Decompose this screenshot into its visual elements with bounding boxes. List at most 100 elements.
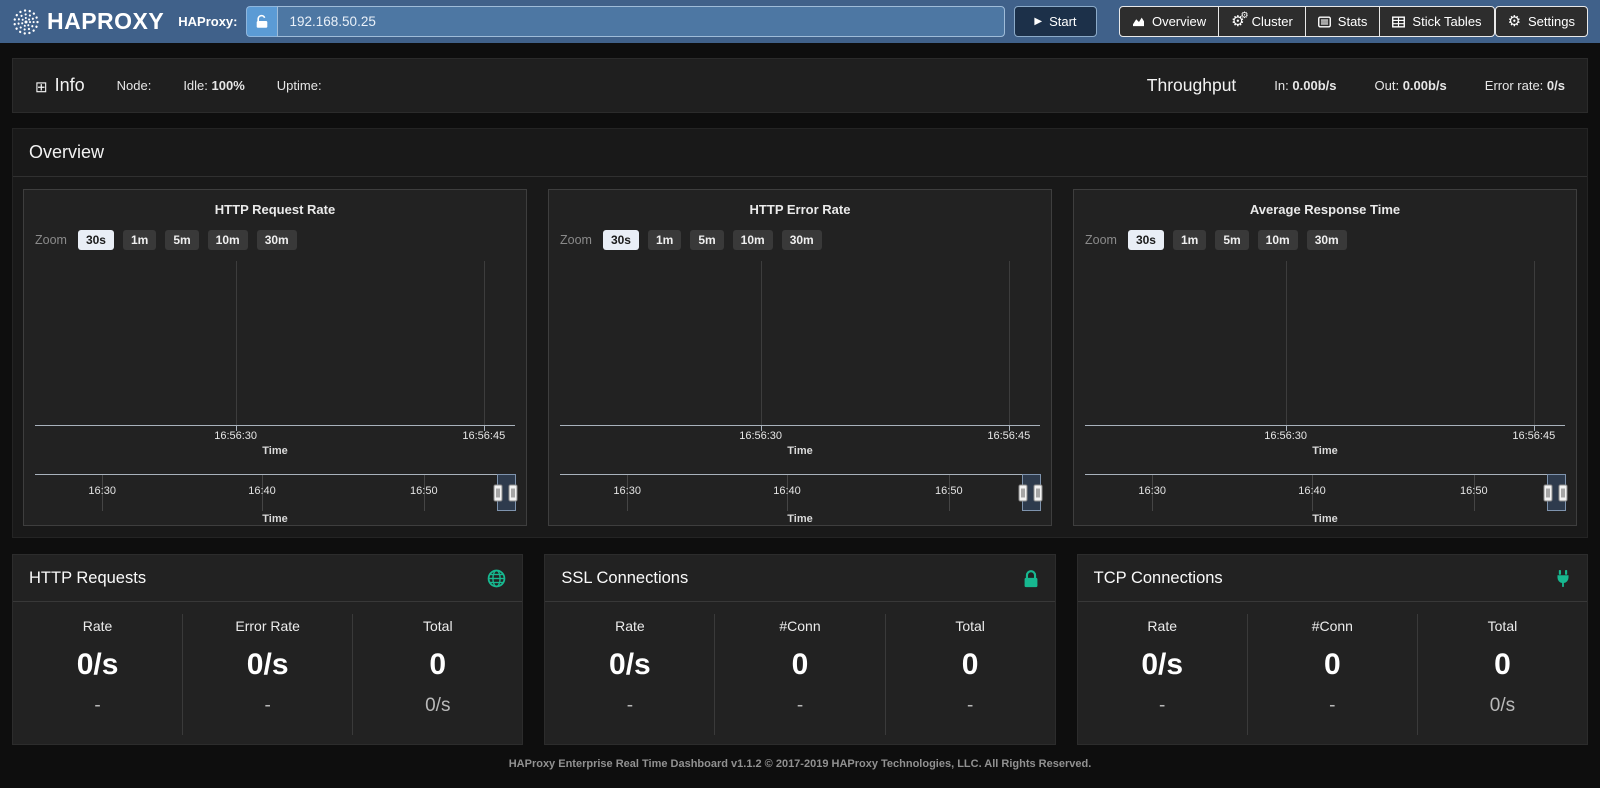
plug-icon <box>1555 570 1571 588</box>
uptime-field: Uptime: <box>277 78 322 93</box>
zoom-1m-button[interactable]: 1m <box>648 230 681 250</box>
navigator-left-handle[interactable] <box>1543 485 1552 502</box>
stat-column-value: 0 <box>715 648 884 682</box>
zoom-30m-button[interactable]: 30m <box>1307 230 1347 250</box>
chart-http-error-rate: HTTP Error Rate Zoom 30s 1m 5m 10m 30m 1… <box>548 189 1052 526</box>
stat-column-sub: - <box>715 695 884 717</box>
x-axis-title: Time <box>560 445 1040 457</box>
stat-column: Rate 0/s - <box>13 614 183 735</box>
info-toggle[interactable]: ⊞ Info <box>35 75 85 96</box>
navigator-right-handle[interactable] <box>1559 485 1568 502</box>
idle-field: Idle: 100% <box>183 78 244 93</box>
panel-http-requests: HTTP Requests Rate 0/s - Error Rate 0/s <box>12 554 523 745</box>
panel-tcp-connections: TCP Connections Rate 0/s - #Conn 0 - <box>1077 554 1588 745</box>
gridline <box>236 261 237 425</box>
tab-stats[interactable]: Stats <box>1305 6 1381 37</box>
zoom-1m-button[interactable]: 1m <box>123 230 156 250</box>
list-alt-icon <box>1318 16 1331 28</box>
stat-column-header: Rate <box>13 614 182 634</box>
navigator-right-handle[interactable] <box>1034 485 1043 502</box>
gear-icon: ⚙ <box>1508 14 1521 29</box>
navigator-tick-label: 16:40 <box>773 485 801 497</box>
haproxy-brand: HAPROXY <box>12 8 164 36</box>
haproxy-address-input[interactable] <box>277 6 1005 37</box>
stat-column-value: 0/s <box>1078 648 1247 682</box>
zoom-preset-row: Zoom 30s 1m 5m 10m 30m <box>560 230 1040 250</box>
stat-column-header: Rate <box>1078 614 1247 634</box>
navigator-axis-title: Time <box>560 513 1040 525</box>
chart-http-request-rate: HTTP Request Rate Zoom 30s 1m 5m 10m 30m… <box>23 189 527 526</box>
zoom-1m-button[interactable]: 1m <box>1173 230 1206 250</box>
lock-icon <box>1023 570 1039 588</box>
zoom-30s-button[interactable]: 30s <box>78 230 114 250</box>
stat-column-sub: - <box>1078 695 1247 717</box>
zoom-label: Zoom <box>1085 233 1117 247</box>
panel-body: Rate 0/s - Error Rate 0/s - Total 0 0/s <box>13 602 522 735</box>
stat-column-header: Rate <box>545 614 714 634</box>
zoom-5m-button[interactable]: 5m <box>690 230 723 250</box>
zoom-10m-button[interactable]: 10m <box>208 230 248 250</box>
plot-area <box>35 256 515 426</box>
range-navigator[interactable]: 16:30 16:40 16:50 <box>1085 474 1565 511</box>
chart-average-response-time: Average Response Time Zoom 30s 1m 5m 10m… <box>1073 189 1577 526</box>
navigator-tick-label: 16:50 <box>1460 485 1488 497</box>
range-navigator[interactable]: 16:30 16:40 16:50 <box>560 474 1040 511</box>
tab-stick-tables[interactable]: Stick Tables <box>1379 6 1494 37</box>
stat-column-value: 0/s <box>183 648 352 682</box>
zoom-10m-button[interactable]: 10m <box>733 230 773 250</box>
throughput-out: Out: 0.00b/s <box>1374 78 1446 93</box>
charts-row: HTTP Request Rate Zoom 30s 1m 5m 10m 30m… <box>13 177 1587 537</box>
navigator-tick-label: 16:30 <box>1138 485 1166 497</box>
panel-ssl-connections: SSL Connections Rate 0/s - #Conn 0 - Tot… <box>544 554 1055 745</box>
panel-body: Rate 0/s - #Conn 0 - Total 0 0/s <box>1078 602 1587 735</box>
stat-column-sub: 0/s <box>1418 695 1587 717</box>
navigator-left-handle[interactable] <box>493 485 502 502</box>
haproxy-address-label: HAProxy: <box>178 14 237 29</box>
unlock-icon-button[interactable] <box>246 6 277 37</box>
node-field: Node: <box>117 78 152 93</box>
navigator-left-handle[interactable] <box>1018 485 1027 502</box>
start-button[interactable]: ▶ Start <box>1014 6 1097 37</box>
zoom-30s-button[interactable]: 30s <box>603 230 639 250</box>
panel-body: Rate 0/s - #Conn 0 - Total 0 - <box>545 602 1054 735</box>
zoom-5m-button[interactable]: 5m <box>1215 230 1248 250</box>
stat-column-sub: - <box>13 695 182 717</box>
stat-column-value: 0 <box>1418 648 1587 682</box>
zoom-preset-row: Zoom 30s 1m 5m 10m 30m <box>1085 230 1565 250</box>
tab-cluster[interactable]: ⚙⚙ Cluster <box>1218 6 1306 37</box>
range-navigator[interactable]: 16:30 16:40 16:50 <box>35 474 515 511</box>
gridline <box>1009 261 1010 425</box>
stat-column-header: Total <box>353 614 522 634</box>
axis-tick-label: 16:56:30 <box>214 430 257 442</box>
stat-column: Total 0 0/s <box>1418 614 1587 735</box>
navigator-tick-label: 16:40 <box>1298 485 1326 497</box>
x-axis-title: Time <box>1085 445 1565 457</box>
cogs-icon: ⚙⚙ <box>1231 14 1244 29</box>
zoom-5m-button[interactable]: 5m <box>165 230 198 250</box>
panel-header: TCP Connections <box>1078 555 1587 602</box>
address-group <box>246 6 1005 37</box>
stat-column-sub: - <box>183 695 352 717</box>
x-axis: 16:56:30 16:56:45 <box>35 426 515 443</box>
view-switch-group: Overview ⚙⚙ Cluster Stats <box>1119 6 1495 37</box>
navigator-axis-title: Time <box>35 513 515 525</box>
zoom-30s-button[interactable]: 30s <box>1128 230 1164 250</box>
navigator-tick-label: 16:40 <box>248 485 276 497</box>
stat-column-header: Total <box>1418 614 1587 634</box>
settings-button[interactable]: ⚙ Settings <box>1495 6 1588 37</box>
stat-column-sub: - <box>1248 695 1417 717</box>
tab-overview[interactable]: Overview <box>1119 6 1219 37</box>
zoom-30m-button[interactable]: 30m <box>257 230 297 250</box>
info-bar: ⊞ Info Node: Idle: 100% Uptime: Throughp… <box>12 58 1588 113</box>
zoom-preset-row: Zoom 30s 1m 5m 10m 30m <box>35 230 515 250</box>
haproxy-logo-icon <box>12 8 40 36</box>
zoom-30m-button[interactable]: 30m <box>782 230 822 250</box>
axis-tick-label: 16:56:30 <box>1264 430 1307 442</box>
zoom-10m-button[interactable]: 10m <box>1258 230 1298 250</box>
stat-column-sub: - <box>886 695 1055 717</box>
stat-column-header: #Conn <box>1248 614 1417 634</box>
navigator-right-handle[interactable] <box>509 485 518 502</box>
chart-title: Average Response Time <box>1085 202 1565 217</box>
zoom-label: Zoom <box>560 233 592 247</box>
brand-text: HAPROXY <box>47 8 164 35</box>
